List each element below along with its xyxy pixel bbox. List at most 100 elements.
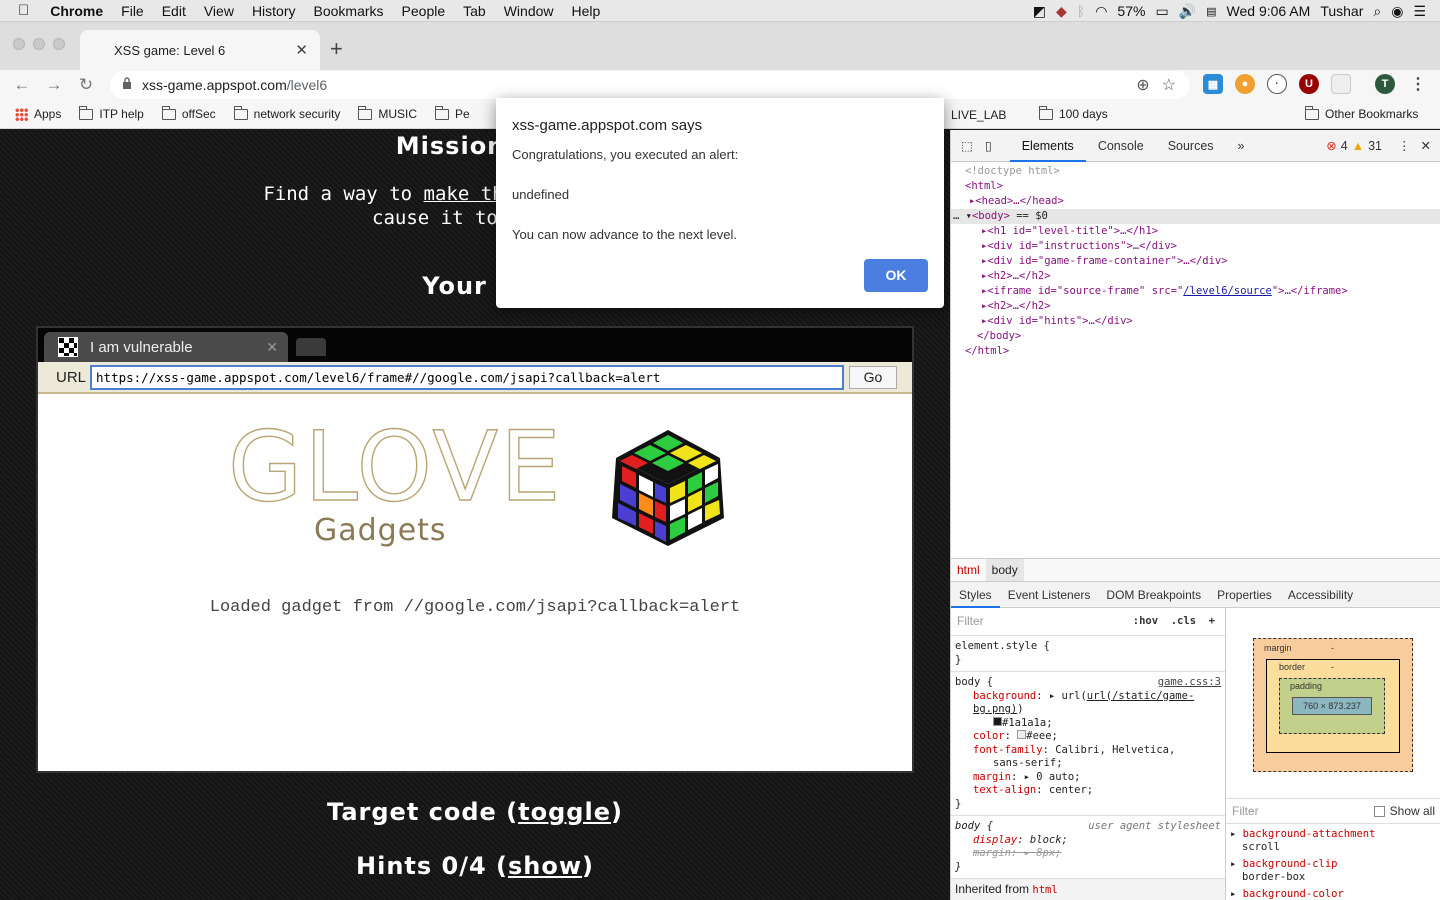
dom-iframe[interactable]: ▸<iframe id="source-frame" src="/level6/… <box>951 284 1440 299</box>
dom-h2[interactable]: ▸<h2>…</h2> <box>951 299 1440 314</box>
tab-properties[interactable]: Properties <box>1209 582 1280 608</box>
status-app-icon[interactable]: ◩ <box>1033 3 1046 20</box>
frame-new-tab[interactable] <box>296 338 326 356</box>
spotlight-search-icon[interactable]: ⌕ <box>1373 3 1381 20</box>
inspect-element-icon[interactable]: ⬚ <box>951 130 979 162</box>
devtools-close-icon[interactable]: ✕ <box>1421 138 1440 153</box>
dom-doctype[interactable]: <!doctype html> <box>951 164 1440 179</box>
clock[interactable]: Wed 9:06 AM <box>1227 3 1311 19</box>
menu-tab[interactable]: Tab <box>454 3 495 19</box>
back-icon[interactable]: ← <box>6 75 38 95</box>
siri-icon[interactable]: ◉ <box>1391 3 1403 20</box>
volume-icon[interactable]: 🔊 <box>1179 3 1196 20</box>
dom-body[interactable]: … ▾<body> == $0 <box>951 209 1440 224</box>
breadcrumb-body[interactable]: body <box>985 559 1024 581</box>
menu-view[interactable]: View <box>195 3 243 19</box>
toggle-link[interactable]: toggle <box>518 798 611 826</box>
tab-console[interactable]: Console <box>1086 130 1156 162</box>
bookmark-pe[interactable]: Pe <box>426 105 479 121</box>
bookmark-star-icon[interactable]: ☆ <box>1162 75 1176 95</box>
ublock-icon[interactable]: U <box>1299 74 1319 94</box>
dom-div-hints[interactable]: ▸<div id="hints">…</div> <box>951 314 1440 329</box>
device-toolbar-icon[interactable]: ▯ <box>979 130 1010 162</box>
menu-people[interactable]: People <box>393 3 455 19</box>
box-model-padding[interactable]: padding 760 × 873.237 <box>1279 678 1385 734</box>
cookie-extension-icon[interactable]: ● <box>1235 74 1255 94</box>
bookmark-live-lab[interactable]: LIVE_LAB <box>942 108 1015 122</box>
breadcrumb-html[interactable]: html <box>951 563 986 577</box>
color-swatch[interactable] <box>993 716 1002 726</box>
battery-percent[interactable]: 57% <box>1117 3 1145 19</box>
close-tab-icon[interactable]: ✕ <box>295 41 308 59</box>
styles-filter[interactable]: Filter :hov .cls + <box>951 608 1225 636</box>
computed-item[interactable]: ▸ background-clip border-box <box>1230 858 1440 884</box>
menu-file[interactable]: File <box>112 3 153 19</box>
dom-div-game-frame[interactable]: ▸<div id="game-frame-container">…</div> <box>951 254 1440 269</box>
notification-center-icon[interactable]: ☰ <box>1413 3 1426 20</box>
computed-item[interactable]: ▸ background-attachment scroll <box>1230 828 1440 854</box>
dom-html-close[interactable]: </html> <box>951 344 1440 359</box>
bookmark-offsec[interactable]: offSec <box>153 105 225 121</box>
tab-elements[interactable]: Elements <box>1009 130 1086 162</box>
bookmark-music[interactable]: MUSIC <box>349 105 426 121</box>
reload-icon[interactable]: ↻ <box>70 75 102 95</box>
body-style-rule[interactable]: body {game.css:3 background: ▸ url(url(/… <box>951 672 1225 816</box>
bluetooth-icon[interactable]: ᛒ <box>1077 3 1085 19</box>
zoom-window-button[interactable] <box>53 38 65 50</box>
close-window-button[interactable] <box>13 38 25 50</box>
user-name[interactable]: Tushar <box>1320 3 1363 19</box>
extension-3-icon[interactable]: · <box>1267 74 1287 94</box>
ua-style-rule[interactable]: body {user agent stylesheet display: blo… <box>951 816 1225 879</box>
show-all-checkbox[interactable]: Show all <box>1373 804 1440 818</box>
box-model-border[interactable]: border - padding 760 × 873.237 <box>1266 659 1400 753</box>
tab-accessibility[interactable]: Accessibility <box>1280 582 1361 608</box>
extension-1-icon[interactable]: ▦ <box>1203 74 1223 94</box>
menu-window[interactable]: Window <box>495 3 563 19</box>
box-model-margin[interactable]: margin - border - padding 760 × 873.237 <box>1253 638 1413 772</box>
dom-h1[interactable]: ▸<h1 id="level-title">…</h1> <box>951 224 1440 239</box>
tab-sources[interactable]: Sources <box>1156 130 1226 162</box>
wifi-icon[interactable]: ◠ <box>1095 3 1107 20</box>
other-bookmarks[interactable]: Other Bookmarks <box>1296 105 1427 121</box>
color-swatch[interactable] <box>1017 730 1027 739</box>
minimize-window-button[interactable] <box>33 38 45 50</box>
profile-avatar[interactable]: T <box>1375 74 1395 94</box>
extension-5-icon[interactable] <box>1331 74 1351 94</box>
bookmark-itp-help[interactable]: ITP help <box>70 105 152 121</box>
frame-url-input[interactable]: https://xss-game.appspot.com/level6/fram… <box>90 364 845 390</box>
menu-kebab-icon[interactable]: ⋮ <box>1408 74 1428 94</box>
show-hints-link[interactable]: show <box>508 852 582 880</box>
computed-filter[interactable]: Filter Show all <box>1226 798 1440 824</box>
menu-bookmarks[interactable]: Bookmarks <box>305 3 393 19</box>
element-style-rule[interactable]: element.style {} <box>951 636 1225 672</box>
box-model-content[interactable]: 760 × 873.237 <box>1292 697 1372 715</box>
menu-help[interactable]: Help <box>563 3 610 19</box>
error-warning-counter[interactable]: ⊗ 4 ▲ 31 <box>1326 138 1382 154</box>
dom-head[interactable]: ▸<head>…</head> <box>951 194 1440 209</box>
battery-icon[interactable]: ▭ <box>1155 3 1168 20</box>
flag-icon[interactable]: ▤ <box>1206 5 1216 18</box>
zoom-icon[interactable]: ⊕ <box>1136 75 1149 95</box>
status-app2-icon[interactable]: ◆ <box>1056 3 1067 20</box>
dom-body-close[interactable]: </body> <box>951 329 1440 344</box>
dom-h2[interactable]: ▸<h2>…</h2> <box>951 269 1440 284</box>
bookmark-apps[interactable]: Apps <box>0 107 70 121</box>
dom-div-instructions[interactable]: ▸<div id="instructions">…</div> <box>951 239 1440 254</box>
frame-tab[interactable]: I am vulnerable ✕ <box>44 332 288 362</box>
go-button[interactable]: Go <box>849 365 898 389</box>
bookmark-100-days[interactable]: 100 days <box>1030 105 1117 121</box>
alert-ok-button[interactable]: OK <box>864 259 928 292</box>
apple-menu-icon[interactable]:  <box>0 2 41 19</box>
dom-html[interactable]: <html> <box>951 179 1440 194</box>
address-bar[interactable]: xss-game.appspot.com/level6 ⊕ ☆ <box>110 71 1190 99</box>
computed-item[interactable]: ▸ background-color <box>1230 888 1440 900</box>
browser-tab[interactable]: XSS game: Level 6 ✕ <box>80 30 320 70</box>
app-menu[interactable]: Chrome <box>41 3 112 19</box>
hov-cls-buttons[interactable]: :hov .cls + <box>1133 615 1225 629</box>
menu-history[interactable]: History <box>243 3 305 19</box>
frame-tab-close-icon[interactable]: ✕ <box>266 339 278 356</box>
new-tab-icon[interactable]: + <box>330 36 343 62</box>
forward-icon[interactable]: → <box>38 75 70 95</box>
tab-event-listeners[interactable]: Event Listeners <box>1000 582 1099 608</box>
tab-styles[interactable]: Styles <box>951 582 1000 608</box>
